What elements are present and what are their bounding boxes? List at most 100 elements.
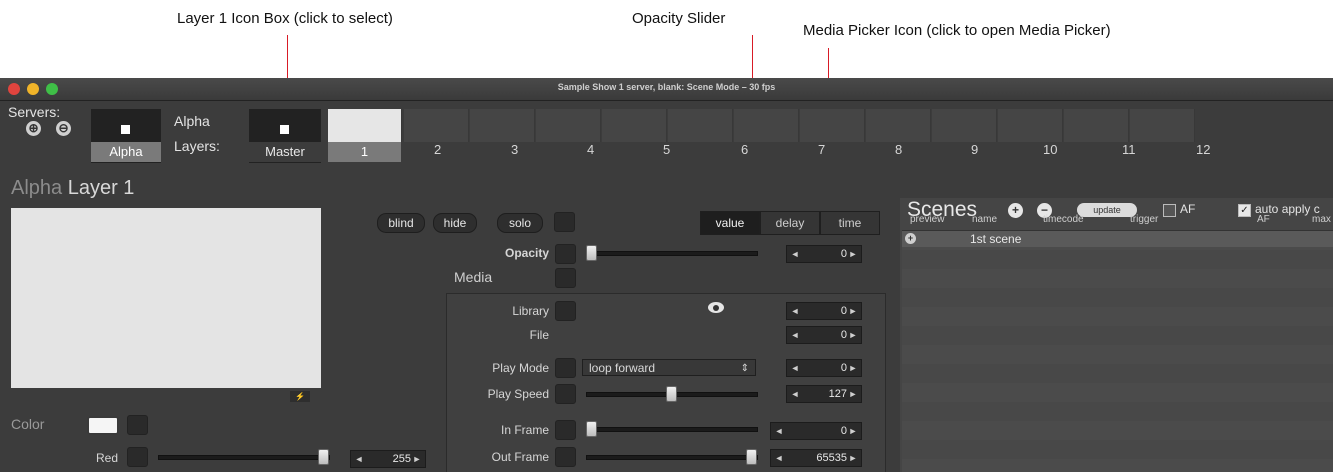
library-decrement-icon[interactable]: ◄: [789, 303, 801, 319]
layer-slot-3[interactable]: [470, 109, 535, 142]
layer-tab-4[interactable]: 4: [587, 142, 594, 157]
file-value[interactable]: 0: [801, 327, 847, 343]
play-speed-decrement-icon[interactable]: ◄: [789, 386, 801, 402]
play-mode-value[interactable]: 0: [801, 360, 847, 376]
play-speed-increment-icon[interactable]: ►: [847, 386, 859, 402]
play-speed-keyframe-box[interactable]: [555, 384, 576, 404]
in-frame-keyframe-box[interactable]: [555, 420, 576, 440]
library-value[interactable]: 0: [801, 303, 847, 319]
opacity-decrement-icon[interactable]: ◄: [789, 246, 801, 262]
layer-tab-12[interactable]: 12: [1196, 142, 1210, 157]
opacity-slider[interactable]: [586, 251, 758, 256]
master-layer-tab[interactable]: Master: [249, 142, 321, 162]
play-mode-decrement-icon[interactable]: ◄: [789, 360, 801, 376]
in-frame-slider[interactable]: [586, 427, 758, 432]
layer-tab-10[interactable]: 10: [1043, 142, 1057, 157]
mode-time-tab[interactable]: time: [820, 211, 880, 235]
layer-tab-7[interactable]: 7: [818, 142, 825, 157]
red-keyframe-box[interactable]: [127, 447, 148, 467]
file-stepper[interactable]: ◄ 0 ►: [786, 326, 862, 344]
color-keyframe-box[interactable]: [127, 415, 148, 435]
media-keyframe-box[interactable]: [555, 268, 576, 288]
column-header-name[interactable]: name: [972, 214, 997, 225]
play-speed-value[interactable]: 127: [801, 386, 847, 402]
in-frame-slider-thumb[interactable]: [586, 421, 597, 437]
red-stepper[interactable]: ◄ 255 ►: [350, 450, 426, 468]
layer-slot-11[interactable]: [998, 109, 1063, 142]
layer-tab-11[interactable]: 11: [1122, 142, 1136, 157]
column-header-trigger[interactable]: trigger: [1130, 214, 1158, 225]
opacity-increment-icon[interactable]: ►: [847, 246, 859, 262]
layer-tab-3[interactable]: 3: [511, 142, 518, 157]
add-scene-button[interactable]: +: [1008, 203, 1023, 218]
file-decrement-icon[interactable]: ◄: [789, 327, 801, 343]
remove-server-button[interactable]: ⊖: [56, 121, 71, 136]
layer-slot-7[interactable]: [734, 109, 799, 142]
layer-slot-5[interactable]: [602, 109, 667, 142]
play-speed-slider-thumb[interactable]: [666, 386, 677, 402]
auto-apply-checkbox[interactable]: ✓: [1238, 204, 1251, 217]
library-keyframe-box[interactable]: [555, 301, 576, 321]
red-increment-icon[interactable]: ►: [411, 451, 423, 467]
play-mode-stepper[interactable]: ◄ 0 ►: [786, 359, 862, 377]
layer-slot-2[interactable]: [404, 109, 469, 142]
in-frame-decrement-icon[interactable]: ◄: [773, 423, 785, 439]
layer-tab-2[interactable]: 2: [434, 142, 441, 157]
layer-slot-6[interactable]: [668, 109, 733, 142]
color-swatch[interactable]: [87, 416, 119, 435]
out-frame-slider-thumb[interactable]: [746, 449, 757, 465]
in-frame-increment-icon[interactable]: ►: [847, 423, 859, 439]
layer-tab-6[interactable]: 6: [741, 142, 748, 157]
red-value[interactable]: 255: [365, 451, 411, 467]
column-header-max[interactable]: max: [1312, 214, 1331, 225]
out-frame-value[interactable]: 65535: [785, 450, 847, 466]
opacity-value[interactable]: 0: [801, 246, 847, 262]
media-picker-eye-icon[interactable]: [708, 302, 724, 313]
library-stepper[interactable]: ◄ 0 ►: [786, 302, 862, 320]
column-header-timecode[interactable]: timecode: [1043, 214, 1084, 225]
mode-value-tab[interactable]: value: [700, 211, 760, 235]
mode-delay-tab[interactable]: delay: [760, 211, 820, 235]
play-mode-increment-icon[interactable]: ►: [847, 360, 859, 376]
out-frame-keyframe-box[interactable]: [555, 447, 576, 467]
in-frame-stepper[interactable]: ◄ 0 ►: [770, 422, 862, 440]
opacity-keyframe-box[interactable]: [555, 244, 576, 264]
out-frame-increment-icon[interactable]: ►: [847, 450, 859, 466]
server-tab-alpha[interactable]: Alpha: [91, 142, 161, 162]
layer-tab-5[interactable]: 5: [663, 142, 670, 157]
blind-button[interactable]: blind: [377, 213, 425, 233]
red-slider-thumb[interactable]: [318, 449, 329, 465]
layer-1-icon-box[interactable]: [328, 109, 402, 142]
opacity-stepper[interactable]: ◄ 0 ►: [786, 245, 862, 263]
layer-extra-toggle[interactable]: [554, 212, 575, 232]
out-frame-stepper[interactable]: ◄ 65535 ►: [770, 449, 862, 467]
layer-slot-9[interactable]: [866, 109, 931, 142]
out-frame-slider[interactable]: [586, 455, 758, 460]
column-header-af[interactable]: AF: [1257, 214, 1270, 225]
scene-row-expand-icon[interactable]: +: [905, 233, 916, 244]
layer-tab-9[interactable]: 9: [971, 142, 978, 157]
in-frame-value[interactable]: 0: [785, 423, 847, 439]
layer-slot-8[interactable]: [800, 109, 865, 142]
play-mode-dropdown[interactable]: loop forward ⇕: [582, 359, 756, 376]
out-frame-decrement-icon[interactable]: ◄: [773, 450, 785, 466]
layer-tab-1[interactable]: 1: [328, 142, 401, 162]
scene-row[interactable]: + 1st scene: [902, 231, 1333, 247]
red-slider[interactable]: [158, 455, 330, 460]
add-server-button[interactable]: ⊕: [26, 121, 41, 136]
layer-slot-12[interactable]: [1064, 109, 1129, 142]
column-header-preview[interactable]: preview: [910, 214, 944, 225]
layer-tab-8[interactable]: 8: [895, 142, 902, 157]
layer-slot-4[interactable]: [536, 109, 601, 142]
layer-slot-10[interactable]: [932, 109, 997, 142]
play-mode-keyframe-box[interactable]: [555, 358, 576, 378]
hide-button[interactable]: hide: [433, 213, 477, 233]
update-scene-button[interactable]: update: [1077, 203, 1137, 217]
layer-slot-13[interactable]: [1130, 109, 1195, 142]
opacity-slider-thumb[interactable]: [586, 245, 597, 261]
play-speed-stepper[interactable]: ◄ 127 ►: [786, 385, 862, 403]
red-decrement-icon[interactable]: ◄: [353, 451, 365, 467]
af-checkbox[interactable]: [1163, 204, 1176, 217]
file-increment-icon[interactable]: ►: [847, 327, 859, 343]
solo-button[interactable]: solo: [497, 213, 543, 233]
